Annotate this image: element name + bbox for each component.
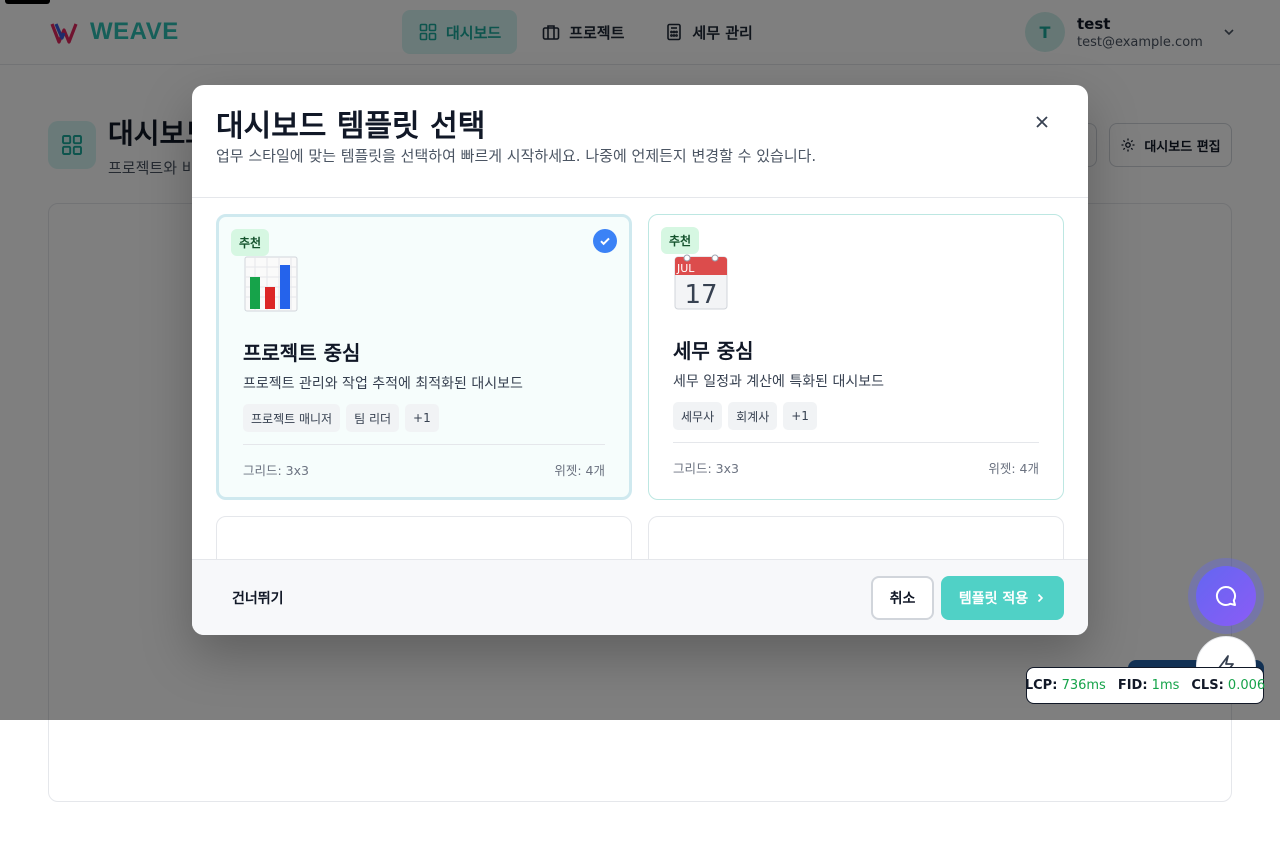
template-tag: +1 [783, 402, 817, 430]
close-icon [1036, 116, 1048, 128]
template-card-project[interactable]: 추천 프로젝트 중심 프로젝트 관리와 작업 추적에 최적화된 대시보드 프로젝… [216, 214, 632, 500]
fid-label: FID: [1117, 678, 1148, 693]
template-grid: 그리드: 3x3 [243, 463, 309, 478]
template-title: 프로젝트 중심 [243, 341, 361, 365]
divider [673, 442, 1039, 443]
cancel-button[interactable]: 취소 [871, 576, 934, 620]
template-grid: 그리드: 3x3 [673, 461, 739, 476]
dev-indicator [5, 0, 50, 4]
lcp-label: LCP: [1024, 678, 1058, 693]
divider [243, 444, 605, 445]
recommended-badge: 추천 [661, 227, 700, 254]
template-widgets: 위젯: 4개 [988, 461, 1039, 476]
template-description: 프로젝트 관리와 작업 추적에 최적화된 대시보드 [243, 376, 523, 392]
cls-value: 0.006 [1227, 678, 1266, 693]
template-tag: 팀 리더 [346, 404, 400, 432]
template-tag: 프로젝트 매니저 [243, 404, 341, 432]
close-button[interactable] [1028, 108, 1056, 136]
apply-template-label: 템플릿 적용 [958, 591, 1029, 607]
web-vitals-panel: LCP: 736ms FID: 1ms CLS: 0.006 [1024, 667, 1266, 704]
modal-footer: 건너뛰기 취소 템플릿 적용 [192, 559, 1088, 635]
template-card[interactable] [216, 516, 632, 559]
template-tag: +1 [405, 404, 439, 432]
template-list[interactable]: 추천 프로젝트 중심 프로젝트 관리와 작업 추적에 최적화된 대시보드 프로젝… [192, 198, 1088, 559]
template-tag: 회계사 [728, 402, 778, 430]
cls-label: CLS: [1191, 678, 1224, 693]
bar-chart-emoji-icon [244, 256, 298, 312]
template-widgets: 위젯: 4개 [554, 463, 605, 478]
chevron-right-icon [1038, 593, 1044, 603]
calendar-month: JUL [676, 262, 695, 275]
selected-check-icon [593, 229, 617, 253]
modal-description: 업무 스타일에 맞는 템플릿을 선택하여 빠르게 시작하세요. 나중에 언제든지… [216, 147, 817, 165]
template-tags: 세무사 회계사 +1 [673, 402, 817, 430]
lcp-value: 736ms [1061, 678, 1106, 693]
template-card[interactable] [648, 516, 1064, 559]
calendar-emoji-icon: JUL 17 [674, 254, 728, 310]
recommended-badge: 추천 [231, 229, 270, 256]
template-tags: 프로젝트 매니저 팀 리더 +1 [243, 404, 439, 432]
calendar-day: 17 [684, 280, 717, 310]
fid-value: 1ms [1151, 678, 1180, 693]
modal-header: 대시보드 템플릿 선택 업무 스타일에 맞는 템플릿을 선택하여 빠르게 시작하… [192, 85, 1088, 198]
skip-button[interactable]: 건너뛰기 [216, 576, 300, 620]
template-description: 세무 일정과 계산에 특화된 대시보드 [673, 374, 884, 390]
modal-title: 대시보드 템플릿 선택 [216, 109, 486, 144]
chat-bubble-icon [1215, 585, 1236, 606]
template-title: 세무 중심 [673, 339, 754, 363]
template-select-modal: 대시보드 템플릿 선택 업무 스타일에 맞는 템플릿을 선택하여 빠르게 시작하… [192, 85, 1088, 635]
chat-button[interactable] [1188, 558, 1264, 634]
template-card-tax[interactable]: 추천 JUL 17 세무 중심 세무 일정과 계산에 특화된 대시보드 세무사 … [648, 214, 1064, 500]
apply-template-button[interactable]: 템플릿 적용 [941, 576, 1064, 620]
template-tag: 세무사 [673, 402, 723, 430]
